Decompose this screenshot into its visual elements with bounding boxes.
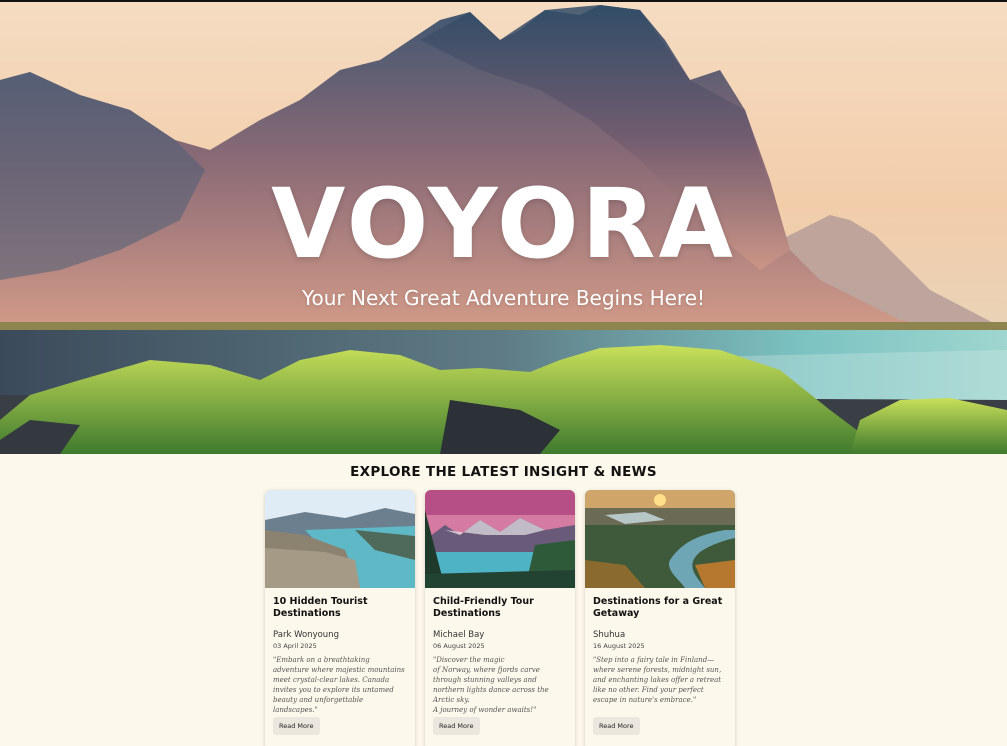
card-image-norway bbox=[425, 490, 575, 588]
read-more-button[interactable]: Read More bbox=[593, 717, 640, 735]
article-cards: 10 Hidden Tourist Destinations Park Wony… bbox=[265, 490, 735, 746]
article-card: Child-Friendly Tour Destinations Michael… bbox=[425, 490, 575, 746]
card-excerpt: "Step into a fairy tale in Finland—where… bbox=[593, 656, 722, 704]
card-author: Michael Bay bbox=[433, 630, 485, 640]
article-card: 10 Hidden Tourist Destinations Park Wony… bbox=[265, 490, 415, 746]
card-title[interactable]: Destinations for a Great Getaway bbox=[593, 596, 727, 626]
card-title[interactable]: 10 Hidden Tourist Destinations bbox=[273, 596, 407, 626]
card-date: 06 August 2025 bbox=[433, 642, 485, 650]
card-excerpt: "Embark on a breathtaking adventure wher… bbox=[273, 656, 405, 714]
hero-subtitle: Your Next Great Adventure Begins Here! bbox=[301, 286, 706, 310]
hero-banner: VOYORA Your Next Great Adventure Begins … bbox=[0, 0, 1007, 454]
card-image-finland bbox=[585, 490, 735, 588]
section-title: EXPLORE THE LATEST INSIGHT & NEWS bbox=[350, 464, 657, 480]
card-date: 16 August 2025 bbox=[593, 642, 645, 650]
card-author: Park Wonyoung bbox=[273, 630, 339, 640]
article-card: Destinations for a Great Getaway Shuhua … bbox=[585, 490, 735, 746]
card-image-canada bbox=[265, 490, 415, 588]
read-more-button[interactable]: Read More bbox=[433, 717, 480, 735]
card-title[interactable]: Child-Friendly Tour Destinations bbox=[433, 596, 567, 626]
card-author: Shuhua bbox=[593, 630, 626, 640]
top-border bbox=[0, 0, 1007, 2]
card-date: 03 April 2025 bbox=[273, 642, 317, 650]
read-more-button[interactable]: Read More bbox=[273, 717, 320, 735]
card-excerpt: "Discover the magic of Norway, where fjo… bbox=[433, 656, 549, 714]
hero-title: VOYORA bbox=[271, 168, 736, 280]
